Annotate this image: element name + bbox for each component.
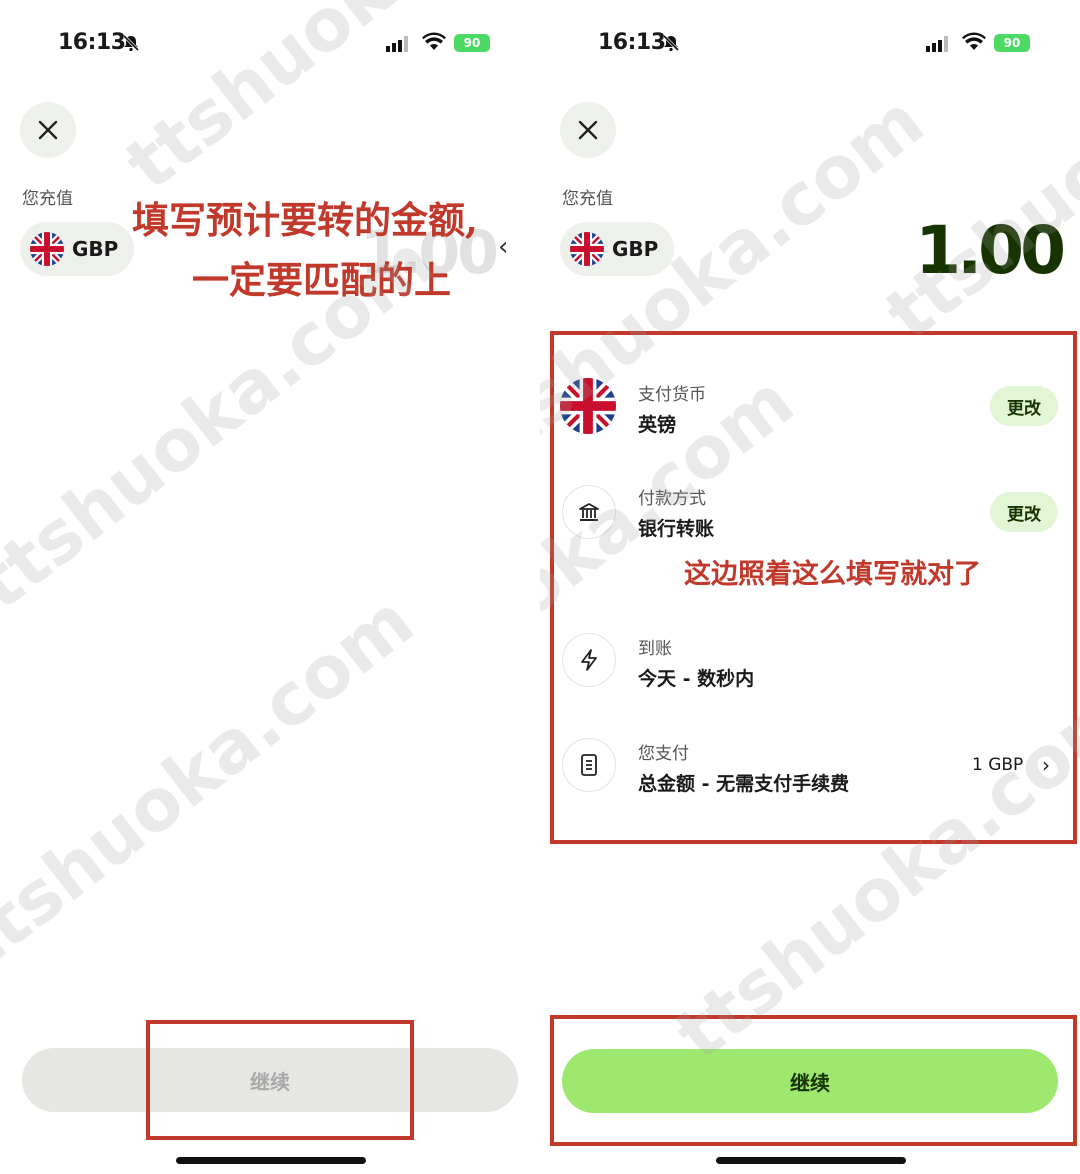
currency-code: GBP	[612, 237, 659, 261]
left-screen: 16:13 90 您充值 GBP 1.00 ‹ 填写预计要转的金额, 一定要匹配…	[0, 0, 540, 1174]
row-label: 支付货币	[638, 385, 706, 405]
chevron-right-icon: ›	[1042, 753, 1050, 777]
row-value: 总金额 - 无需支付手续费	[638, 773, 850, 795]
payment-currency-row: 支付货币 英镑 更改	[540, 372, 1080, 462]
close-icon	[578, 120, 598, 140]
row-value: 英镑	[638, 414, 677, 436]
annotation-text: 这边照着这么填写就对了	[684, 559, 981, 590]
annotation-line-2: 一定要匹配的上	[192, 258, 451, 302]
close-button[interactable]	[20, 102, 76, 158]
chevron-left-icon: ‹	[498, 232, 509, 262]
watermark: ttshuoka.com	[0, 578, 429, 987]
change-label: 更改	[1007, 504, 1041, 525]
row-value: 今天 - 数秒内	[638, 668, 755, 690]
cellular-signal-icon	[386, 36, 408, 52]
right-screen: 16:13 90 您充值 GBP 1.00 支付货币 英镑 更改 付款方式 银行…	[540, 0, 1080, 1174]
wifi-icon	[962, 32, 986, 50]
amount-value[interactable]: 1.00	[915, 212, 1066, 289]
row-label: 到账	[638, 639, 672, 659]
wifi-icon	[422, 32, 446, 50]
status-time: 16:13	[58, 30, 126, 55]
currency-selector[interactable]: GBP	[560, 222, 675, 276]
pay-amount: 1 GBP	[972, 755, 1024, 775]
cellular-signal-icon	[926, 36, 948, 52]
bank-icon	[562, 485, 616, 539]
change-label: 更改	[1007, 398, 1041, 419]
row-label: 您支付	[638, 744, 689, 764]
battery-indicator: 90	[994, 34, 1030, 52]
watermark: ttshuoka.com	[110, 0, 540, 207]
battery-indicator: 90	[454, 34, 490, 52]
topup-label: 您充值	[22, 189, 73, 209]
currency-code: GBP	[72, 237, 119, 261]
uk-flag-icon	[570, 232, 604, 266]
arrival-time-row: 到账 今天 - 数秒内	[540, 628, 1080, 718]
annotation-highlight-box	[550, 1015, 1077, 1146]
status-time: 16:13	[598, 30, 666, 55]
bell-muted-icon	[662, 34, 680, 52]
uk-flag-icon	[30, 232, 64, 266]
receipt-icon	[562, 738, 616, 792]
bell-muted-icon	[122, 34, 140, 52]
annotation-line-1: 填写预计要转的金额,	[132, 198, 478, 242]
topup-label: 您充值	[562, 189, 613, 209]
change-currency-button[interactable]: 更改	[990, 386, 1058, 426]
currency-selector[interactable]: GBP	[20, 222, 135, 276]
annotation-highlight-box	[146, 1020, 414, 1140]
home-indicator	[176, 1157, 366, 1164]
row-value: 银行转账	[638, 518, 715, 540]
lightning-icon	[562, 633, 616, 687]
uk-flag-icon	[560, 378, 616, 434]
you-pay-row[interactable]: 您支付 总金额 - 无需支付手续费 1 GBP ›	[540, 733, 1080, 823]
row-label: 付款方式	[638, 489, 706, 509]
home-indicator	[716, 1157, 906, 1164]
close-button[interactable]	[560, 102, 616, 158]
close-icon	[38, 120, 58, 140]
change-method-button[interactable]: 更改	[990, 492, 1058, 532]
watermark: ttshuoka.com	[870, 0, 1080, 357]
